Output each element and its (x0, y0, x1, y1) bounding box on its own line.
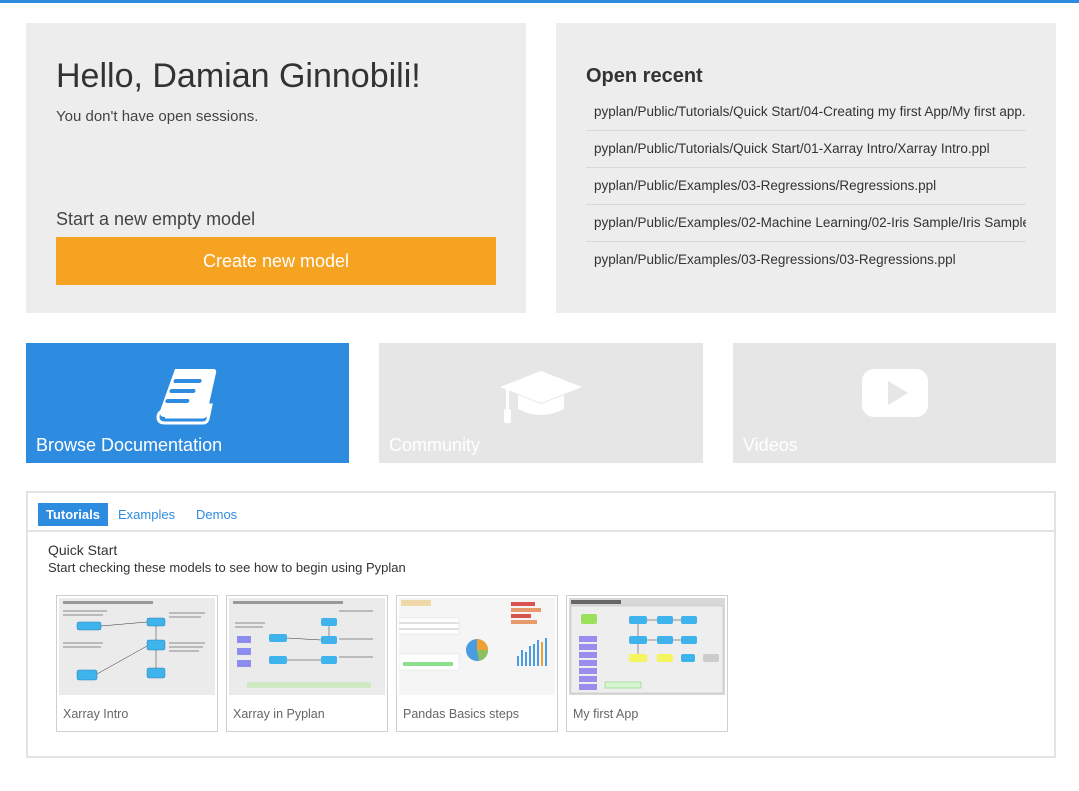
model-card-label: Pandas Basics steps (403, 707, 520, 721)
model-card-my-first-app[interactable]: My first App (566, 595, 728, 732)
model-thumbnail (59, 598, 215, 695)
model-card-pandas-basics[interactable]: Pandas Basics steps (396, 595, 558, 732)
model-card-xarray-intro[interactable]: Xarray Intro (56, 595, 218, 732)
recent-file-item[interactable]: pyplan/Public/Examples/02-Machine Learni… (586, 205, 1026, 242)
tab-examples[interactable]: Examples (110, 503, 183, 526)
browse-documentation-tile[interactable]: Browse Documentation (26, 343, 349, 463)
start-new-model-label: Start a new empty model (56, 209, 256, 229)
welcome-panel: Hello, Damian Ginnobili! You don't have … (26, 23, 526, 313)
section-description: Start checking these models to see how t… (48, 560, 406, 575)
recent-files-list: pyplan/Public/Tutorials/Quick Start/04-C… (586, 94, 1026, 279)
community-label: Community (389, 435, 481, 455)
greeting-title: Hello, Damian Ginnobili! (56, 57, 421, 95)
section-title: Quick Start (48, 542, 118, 558)
graduation-cap-icon (498, 365, 584, 430)
browse-documentation-label: Browse Documentation (36, 435, 223, 455)
model-card-xarray-in-pyplan[interactable]: Xarray in Pyplan (226, 595, 388, 732)
open-recent-title: Open recent (586, 65, 703, 87)
model-thumbnail (399, 598, 555, 695)
recent-file-item[interactable]: pyplan/Public/Tutorials/Quick Start/01-X… (586, 131, 1026, 168)
tab-tutorials[interactable]: Tutorials (38, 503, 108, 526)
play-icon (860, 365, 930, 426)
top-accent-bar (0, 0, 1079, 3)
model-thumbnail (229, 598, 385, 695)
recent-file-item[interactable]: pyplan/Public/Examples/03-Regressions/Re… (586, 168, 1026, 205)
recent-file-item[interactable]: pyplan/Public/Examples/03-Regressions/03… (586, 242, 1026, 279)
videos-tile[interactable]: Videos (733, 343, 1056, 463)
gallery-tabs: Tutorials Examples Demos (28, 493, 1054, 532)
no-sessions-text: You don't have open sessions. (56, 108, 259, 125)
videos-label: Videos (743, 435, 798, 455)
book-icon (155, 365, 221, 432)
model-card-label: Xarray Intro (63, 707, 129, 721)
recent-file-item[interactable]: pyplan/Public/Tutorials/Quick Start/04-C… (586, 94, 1026, 131)
open-recent-panel: Open recent pyplan/Public/Tutorials/Quic… (556, 23, 1056, 313)
model-gallery: Tutorials Examples Demos Quick Start Sta… (26, 491, 1056, 758)
create-new-model-button[interactable]: Create new model (56, 237, 496, 285)
model-thumbnail (569, 598, 725, 695)
community-tile[interactable]: Community (379, 343, 703, 463)
tab-demos[interactable]: Demos (188, 503, 245, 526)
model-card-label: My first App (573, 707, 639, 721)
model-card-label: Xarray in Pyplan (233, 707, 325, 721)
